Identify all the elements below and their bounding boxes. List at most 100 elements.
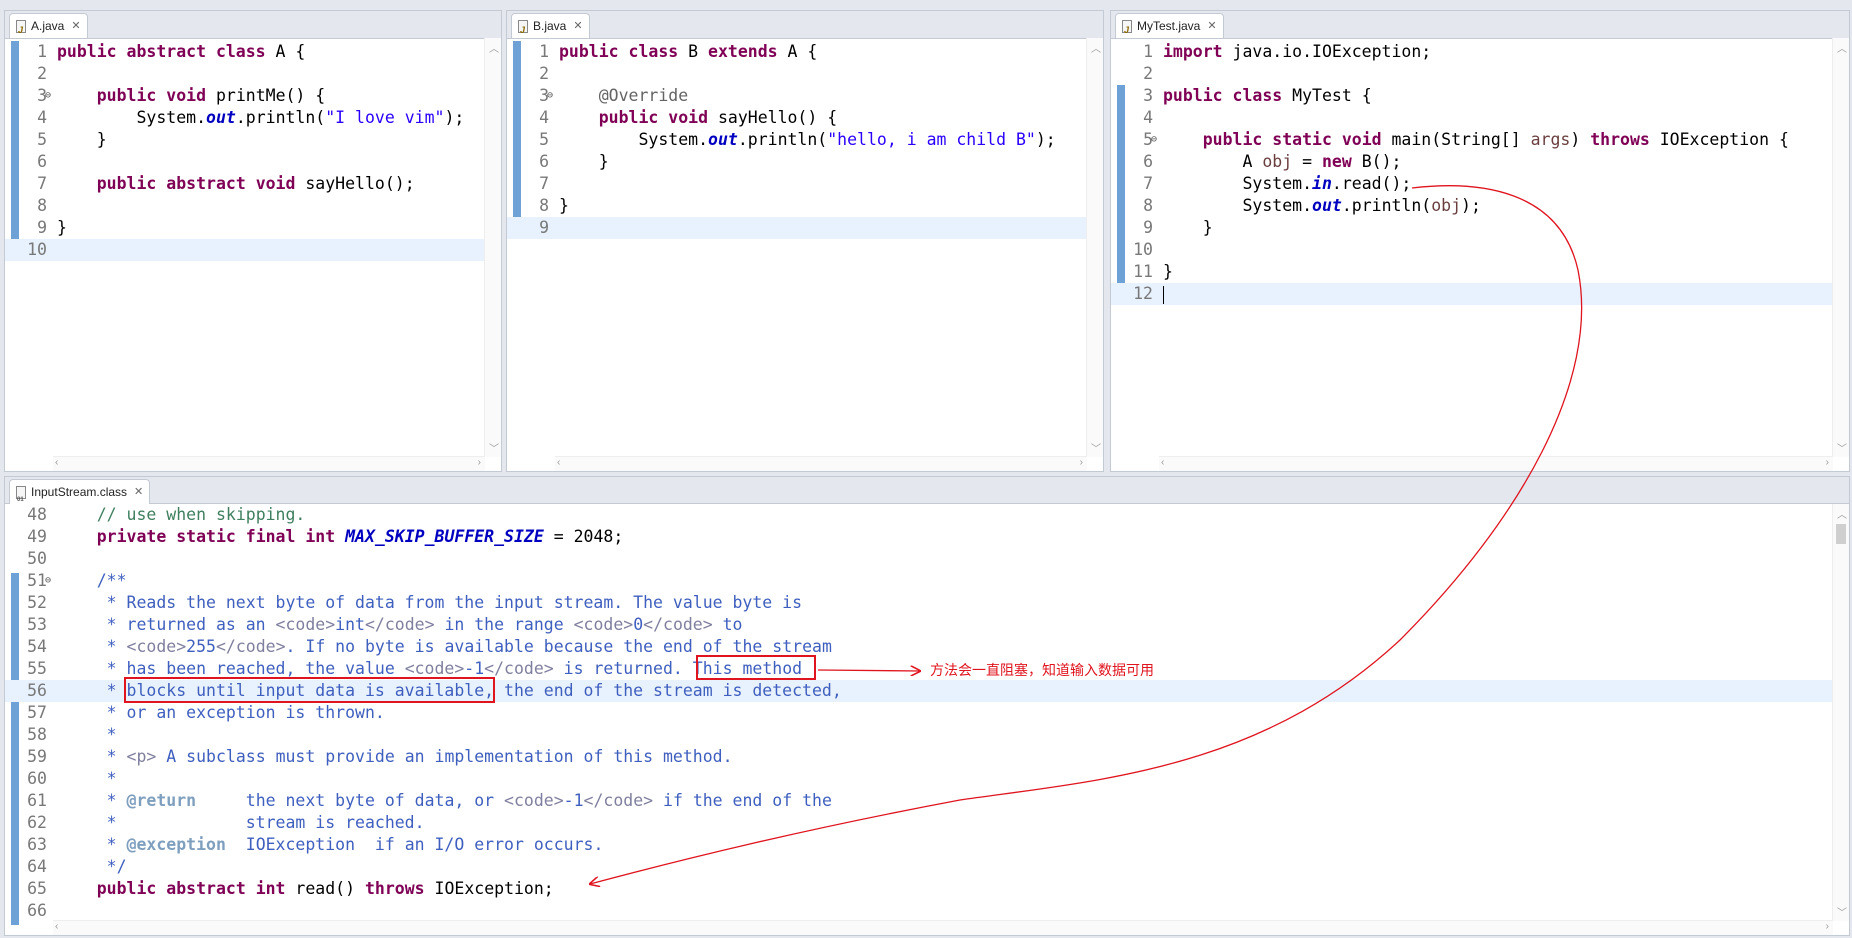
- code-token: *: [57, 725, 117, 744]
- code-line[interactable]: 50: [5, 548, 1833, 570]
- scroll-down-arrow-icon[interactable]: ﹀: [489, 440, 499, 455]
- code-token: }: [57, 218, 67, 237]
- scroll-right-arrow-icon[interactable]: ›: [478, 457, 481, 468]
- code-line[interactable]: 57 * or an exception is thrown.: [5, 702, 1833, 724]
- scroll-thumb[interactable]: [1836, 524, 1846, 544]
- horizontal-scrollbar[interactable]: ‹ ›: [1159, 456, 1833, 471]
- code-line[interactable]: 3 ⊖ public void printMe() {: [5, 85, 485, 107]
- scroll-left-arrow-icon[interactable]: ‹: [1161, 457, 1164, 468]
- code-line[interactable]: 54 * <code>255</code>. If no byte is ava…: [5, 636, 1833, 658]
- code-line[interactable]: 12: [1111, 283, 1833, 305]
- code-line[interactable]: 64 */: [5, 856, 1833, 878]
- scroll-down-arrow-icon[interactable]: ﹀: [1837, 904, 1847, 919]
- close-icon[interactable]: ✕: [71, 14, 80, 38]
- code-line[interactable]: 10: [5, 239, 485, 261]
- code-line[interactable]: 48 // use when skipping.: [5, 504, 1833, 526]
- code-token: int: [335, 615, 365, 634]
- code-line[interactable]: 51 ⊖ /**: [5, 570, 1833, 592]
- vertical-scrollbar[interactable]: ︿ ﹀: [1832, 504, 1849, 921]
- code-line[interactable]: 4: [1111, 107, 1833, 129]
- tab-b-java[interactable]: B.java ✕: [511, 13, 590, 42]
- code-token: . If no byte is available because the en…: [285, 637, 832, 656]
- line-number: 6: [37, 152, 47, 171]
- code-line[interactable]: 3 public class MyTest {: [1111, 85, 1833, 107]
- code-token: public void: [598, 108, 709, 127]
- line-text: System.out.println("hello, i am child B"…: [555, 129, 1055, 151]
- code-line[interactable]: 2: [507, 63, 1087, 85]
- scroll-down-arrow-icon[interactable]: ﹀: [1091, 440, 1101, 455]
- close-icon[interactable]: ✕: [1207, 14, 1216, 38]
- code-line[interactable]: 63 * @exception IOException if an I/O er…: [5, 834, 1833, 856]
- code-line[interactable]: 8: [5, 195, 485, 217]
- vertical-scrollbar[interactable]: ︿ ﹀: [1086, 38, 1103, 457]
- code-line[interactable]: 4 public void sayHello() {: [507, 107, 1087, 129]
- code-line[interactable]: 6: [5, 151, 485, 173]
- close-icon[interactable]: ✕: [573, 14, 582, 38]
- code-line[interactable]: 1 public abstract class A {: [5, 41, 485, 63]
- horizontal-scrollbar[interactable]: ‹ ›: [555, 456, 1087, 471]
- code-line[interactable]: 62 * stream is reached.: [5, 812, 1833, 834]
- code-line[interactable]: 7 public abstract void sayHello();: [5, 173, 485, 195]
- scroll-left-arrow-icon[interactable]: ‹: [55, 921, 58, 932]
- scroll-up-arrow-icon[interactable]: ︿: [1837, 506, 1847, 521]
- annotation-note: 方法会一直阻塞，知道输入数据可用: [930, 662, 1154, 678]
- code-line[interactable]: 2: [1111, 63, 1833, 85]
- line-text: import java.io.IOException;: [1159, 41, 1431, 63]
- code-line[interactable]: 5 ⊖ public static void main(String[] args…: [1111, 129, 1833, 151]
- line-number: 62: [27, 813, 47, 832]
- fold-collapse-icon[interactable]: ⊖: [45, 570, 51, 592]
- scroll-up-arrow-icon[interactable]: ︿: [489, 40, 499, 55]
- scroll-left-arrow-icon[interactable]: ‹: [557, 457, 560, 468]
- scroll-left-arrow-icon[interactable]: ‹: [55, 457, 58, 468]
- close-icon[interactable]: ✕: [134, 480, 143, 504]
- code-line[interactable]: 9 }: [1111, 217, 1833, 239]
- code-line[interactable]: 6 A obj = new B();: [1111, 151, 1833, 173]
- code-area[interactable]: 48 // use when skipping. 49 private stati…: [5, 504, 1833, 921]
- code-line[interactable]: 7: [507, 173, 1087, 195]
- scroll-right-arrow-icon[interactable]: ›: [1826, 457, 1829, 468]
- code-area[interactable]: 1 public abstract class A {2 3 ⊖ public voi…: [5, 41, 485, 457]
- code-line[interactable]: 52 * Reads the next byte of data from th…: [5, 592, 1833, 614]
- code-line[interactable]: 5 }: [5, 129, 485, 151]
- fold-collapse-icon[interactable]: ⊖: [547, 85, 553, 107]
- code-line[interactable]: 2: [5, 63, 485, 85]
- vertical-scrollbar[interactable]: ︿ ﹀: [1832, 38, 1849, 457]
- fold-collapse-icon[interactable]: ⊖: [45, 85, 51, 107]
- code-line[interactable]: 49 private static final int MAX_SKIP_BUF…: [5, 526, 1833, 548]
- scroll-right-arrow-icon[interactable]: ›: [1826, 921, 1829, 932]
- code-line[interactable]: 59 * <p> A subclass must provide an impl…: [5, 746, 1833, 768]
- code-line[interactable]: 11}: [1111, 261, 1833, 283]
- horizontal-scrollbar[interactable]: ‹ ›: [53, 920, 1833, 935]
- code-line[interactable]: 5 System.out.println("hello, i am child …: [507, 129, 1087, 151]
- code-area[interactable]: 1 public class B extends A {2 3 ⊖ @Override…: [507, 41, 1087, 457]
- scroll-down-arrow-icon[interactable]: ﹀: [1837, 440, 1847, 455]
- code-line[interactable]: 6 }: [507, 151, 1087, 173]
- tab-mytest-java[interactable]: MyTest.java ✕: [1115, 13, 1224, 42]
- code-line[interactable]: 65 public abstract int read() throws IOE…: [5, 878, 1833, 900]
- line-number: 50: [27, 549, 47, 568]
- code-line[interactable]: 1 import java.io.IOException;: [1111, 41, 1833, 63]
- code-line[interactable]: 10: [1111, 239, 1833, 261]
- code-line[interactable]: 3 ⊖ @Override: [507, 85, 1087, 107]
- scroll-right-arrow-icon[interactable]: ›: [1080, 457, 1083, 468]
- code-line[interactable]: 60 *: [5, 768, 1833, 790]
- code-line[interactable]: 4 System.out.println("I love vim");: [5, 107, 485, 129]
- code-area[interactable]: 1 import java.io.IOException; 2 3 public cla…: [1111, 41, 1833, 457]
- code-line[interactable]: 9: [507, 217, 1087, 239]
- horizontal-scrollbar[interactable]: ‹ ›: [53, 456, 485, 471]
- code-line[interactable]: 8}: [507, 195, 1087, 217]
- code-line[interactable]: 7 System.in.read();: [1111, 173, 1833, 195]
- vertical-scrollbar[interactable]: ︿ ﹀: [484, 38, 501, 457]
- fold-collapse-icon[interactable]: ⊖: [1151, 129, 1157, 151]
- code-line[interactable]: 9}: [5, 217, 485, 239]
- code-line[interactable]: 53 * returned as an <code>int</code> in …: [5, 614, 1833, 636]
- tab-a-java[interactable]: A.java ✕: [9, 13, 88, 42]
- code-line[interactable]: 61 * @return the next byte of data, or <…: [5, 790, 1833, 812]
- scroll-up-arrow-icon[interactable]: ︿: [1837, 40, 1847, 55]
- code-line[interactable]: 8 System.out.println(obj);: [1111, 195, 1833, 217]
- code-line[interactable]: 58 *: [5, 724, 1833, 746]
- scroll-up-arrow-icon[interactable]: ︿: [1091, 40, 1101, 55]
- code-line[interactable]: 1 public class B extends A {: [507, 41, 1087, 63]
- code-line[interactable]: 66: [5, 900, 1833, 922]
- tab-inputstream-class[interactable]: InputStream.class ✕: [9, 479, 151, 512]
